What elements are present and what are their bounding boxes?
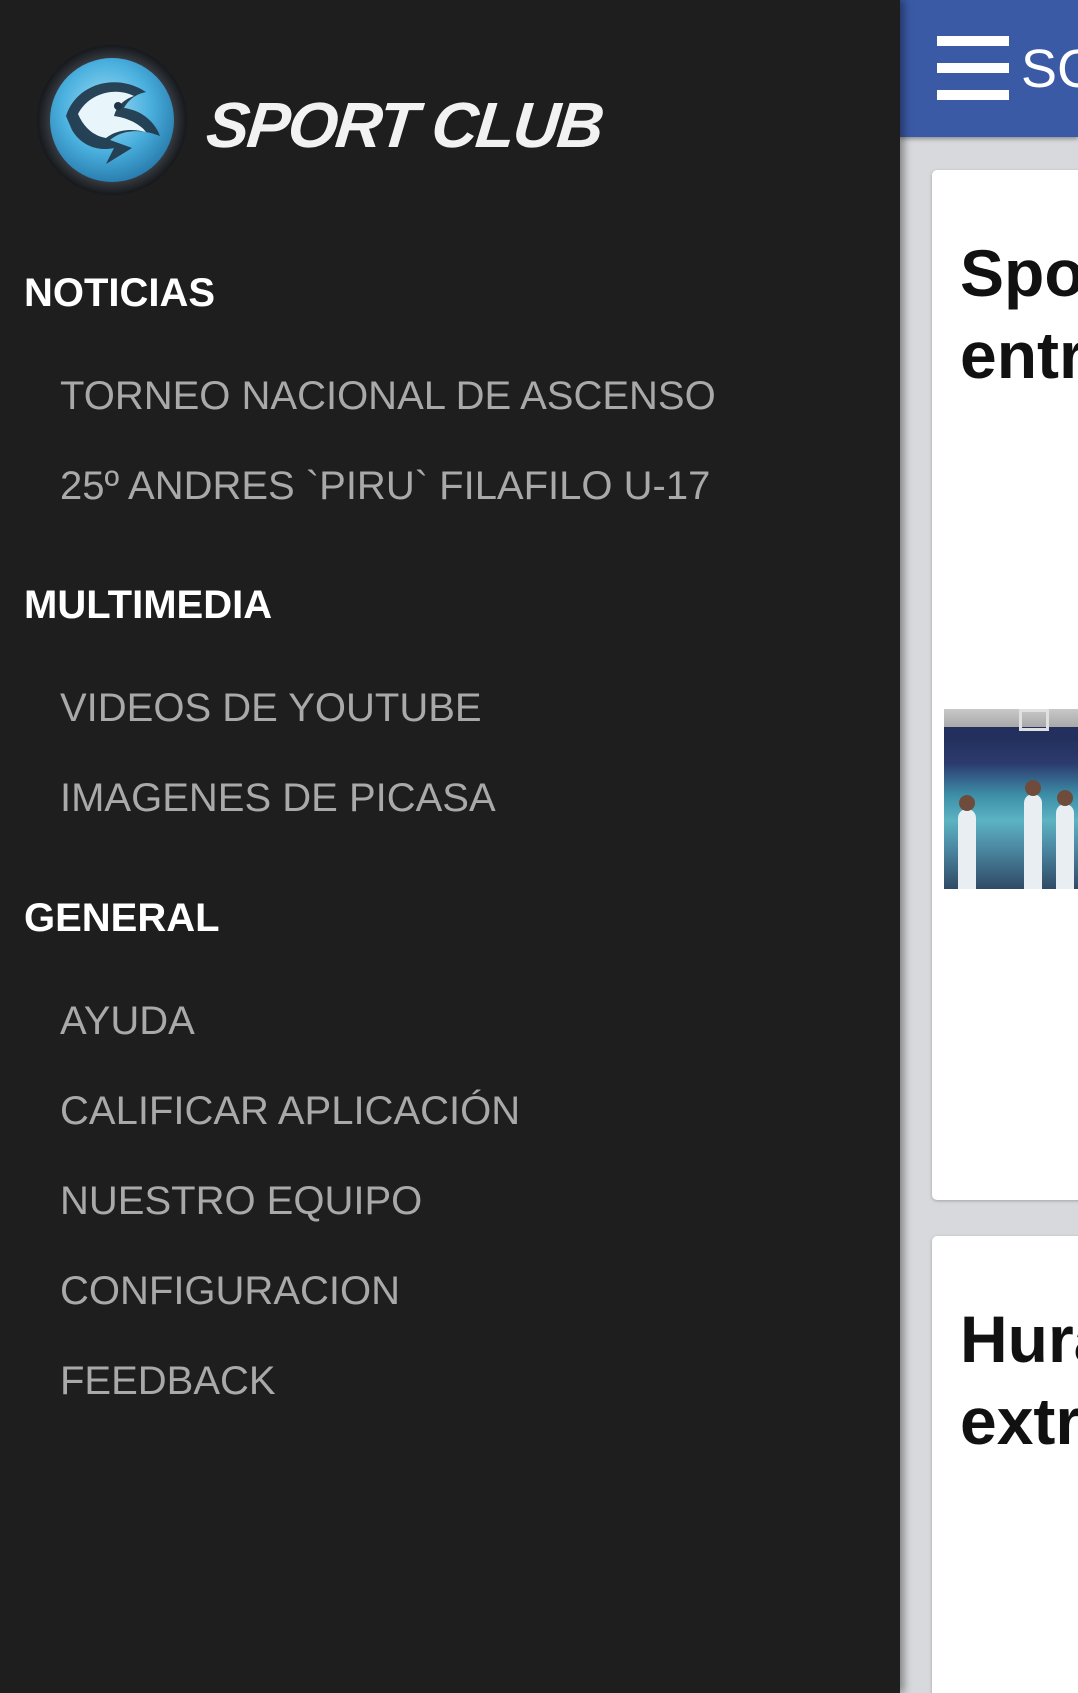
section-header-multimedia: MULTIMEDIA — [24, 583, 273, 627]
screen: SC Spo entr Hura extr — [0, 0, 1078, 1693]
menu-item-imagenes-picasa[interactable]: IMAGENES DE PICASA — [60, 773, 496, 823]
main-content: SC Spo entr Hura extr — [900, 0, 1078, 1693]
menu-item-configuracion[interactable]: CONFIGURACION — [60, 1266, 400, 1316]
menu-item-nuestro-equipo[interactable]: NUESTRO EQUIPO — [60, 1176, 422, 1226]
news-card-title: Hura extr — [960, 1302, 1078, 1458]
news-card-title: Spo entr — [960, 236, 1078, 392]
sport-club-logo — [37, 45, 187, 195]
menu-item-videos-youtube[interactable]: VIDEOS DE YOUTUBE — [60, 683, 482, 733]
section-header-noticias: NOTICIAS — [24, 271, 216, 315]
news-card[interactable]: Hura extr — [932, 1236, 1078, 1693]
section-header-general: GENERAL — [24, 896, 220, 940]
menu-item-andres-piru-filafilo[interactable]: 25º ANDRES `PIRU` FILAFILO U-17 — [60, 461, 710, 511]
news-card-image — [944, 709, 1078, 889]
app-toolbar: SC — [900, 0, 1078, 137]
news-card[interactable]: Spo entr — [932, 170, 1078, 1200]
app-title: SC — [1021, 39, 1078, 99]
menu-item-feedback[interactable]: FEEDBACK — [60, 1356, 276, 1406]
hamburger-menu-icon[interactable] — [937, 34, 1009, 102]
menu-item-torneo-nacional[interactable]: TORNEO NACIONAL DE ASCENSO — [60, 371, 716, 421]
menu-item-ayuda[interactable]: AYUDA — [60, 996, 195, 1046]
navigation-drawer: SPORT CLUB NOTICIAS TORNEO NACIONAL DE A… — [0, 0, 900, 1693]
menu-item-calificar-aplicacion[interactable]: CALIFICAR APLICACIÓN — [60, 1086, 520, 1136]
brand-name: SPORT CLUB — [203, 89, 606, 161]
